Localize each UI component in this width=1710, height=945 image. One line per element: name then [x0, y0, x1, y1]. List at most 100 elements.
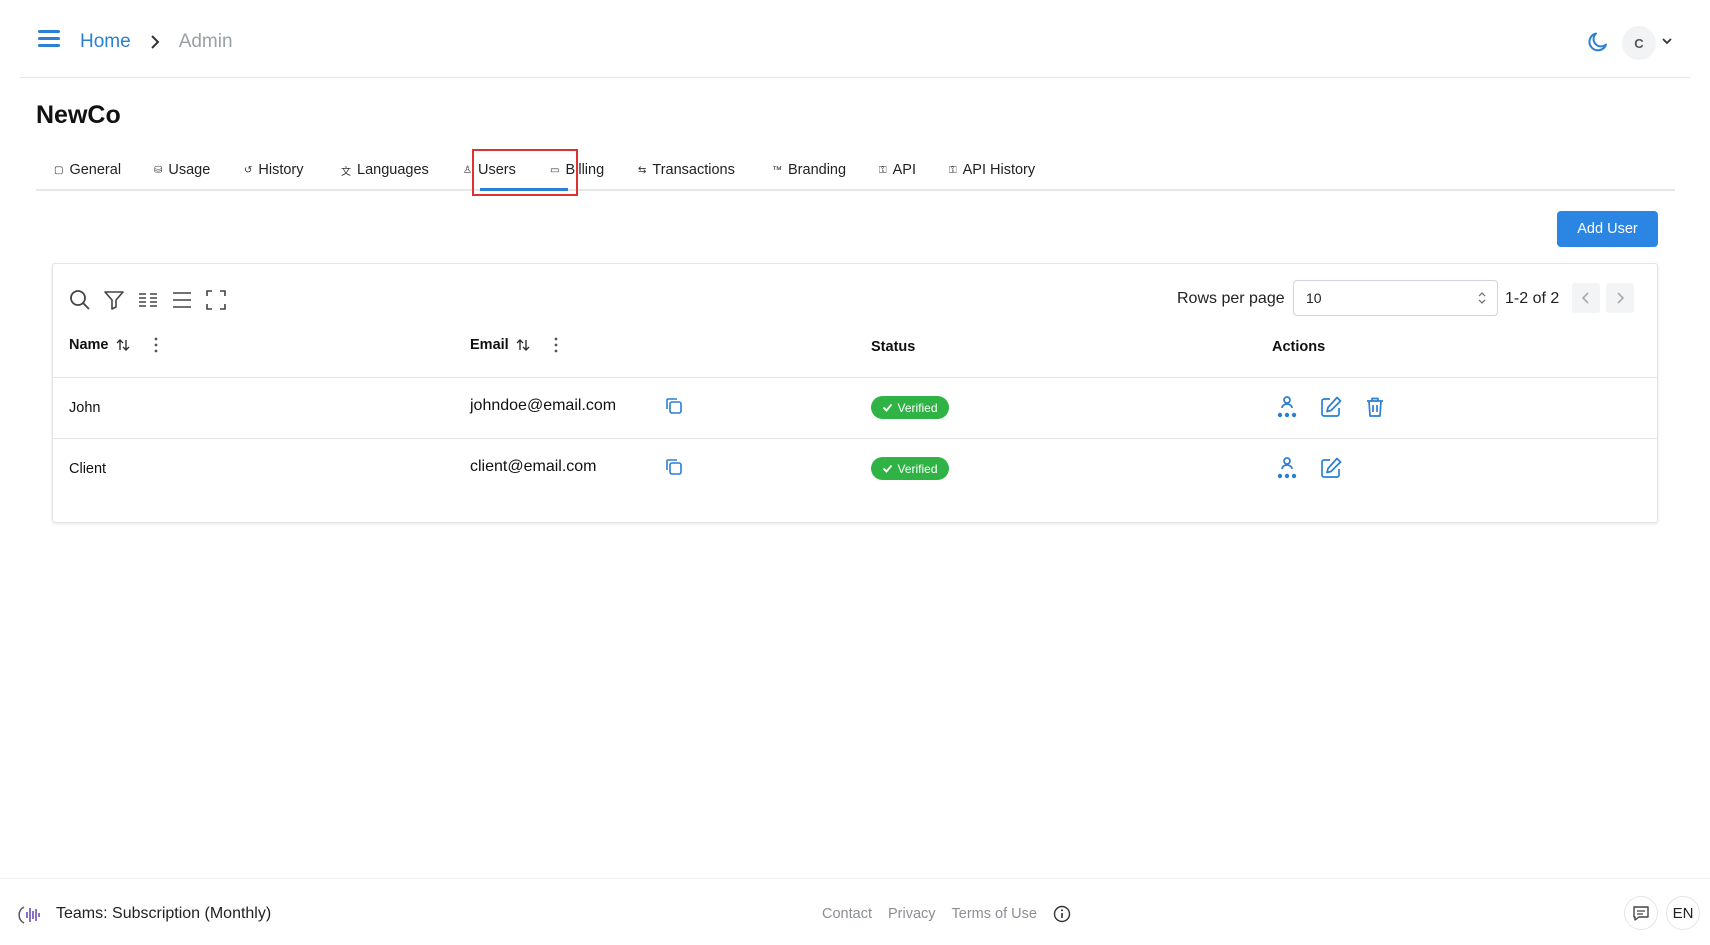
translate-icon: 文: [341, 166, 351, 178]
tab-label: Transactions: [652, 162, 735, 178]
column-label: Name: [69, 337, 109, 353]
tab-history[interactable]: ↺ History: [244, 162, 304, 178]
api-icon: ⚿: [949, 164, 957, 176]
chevron-right-icon: [1617, 292, 1625, 304]
subscription-plan: Teams: Subscription (Monthly): [56, 905, 272, 922]
hamburger-menu-icon[interactable]: [38, 30, 60, 48]
divider: [53, 377, 1657, 378]
user-email: client@email.com: [470, 458, 597, 475]
user-name: John: [69, 400, 101, 416]
trash-icon[interactable]: [1363, 395, 1387, 419]
tab-label: General: [69, 162, 122, 178]
chat-icon: [1633, 906, 1649, 921]
page-title: NewCo: [36, 101, 121, 129]
user-name: Client: [69, 461, 107, 477]
column-header-actions: Actions: [1272, 339, 1325, 355]
edit-icon[interactable]: [1319, 456, 1343, 480]
sort-icon[interactable]: [515, 337, 531, 353]
filter-icon[interactable]: [102, 288, 126, 312]
search-icon[interactable]: [68, 288, 92, 312]
user-hierarchy-icon[interactable]: [1275, 395, 1299, 419]
history-icon: ↺: [244, 164, 253, 176]
tab-branding[interactable]: ™ Branding: [772, 162, 846, 178]
rows-per-page-value: 10: [1306, 290, 1322, 306]
active-tab-indicator: [480, 188, 568, 191]
user-icon: ♙: [463, 164, 472, 176]
breadcrumb-home-link[interactable]: Home: [80, 31, 131, 53]
columns-icon[interactable]: [136, 288, 160, 312]
tab-transactions[interactable]: ⇆ Transactions: [638, 162, 735, 178]
terms-link[interactable]: Terms of Use: [952, 906, 1037, 922]
column-label: Actions: [1272, 339, 1326, 355]
column-header-name[interactable]: Name: [69, 336, 163, 354]
edit-icon[interactable]: [1319, 395, 1343, 419]
tab-users[interactable]: ♙ Users: [463, 162, 516, 178]
prev-page-button[interactable]: [1572, 283, 1600, 313]
tab-label: History: [258, 162, 304, 178]
tab-label: Languages: [357, 162, 429, 178]
arrows-icon: ⇆: [638, 164, 647, 176]
add-user-button[interactable]: Add User: [1557, 211, 1658, 247]
tab-label: Branding: [788, 162, 847, 178]
pagination-range: 1-2 of 2: [1505, 290, 1560, 307]
next-page-button[interactable]: [1606, 283, 1634, 313]
contact-link[interactable]: Contact: [822, 906, 872, 922]
breadcrumb: Home Admin: [80, 31, 233, 53]
status-badge: Verified: [871, 457, 949, 480]
select-arrows-icon: [1478, 292, 1486, 304]
tab-bar: ▢ General ⛁ Usage ↺ History 文 Languages ♙ Use…: [36, 149, 1675, 196]
chevron-down-icon[interactable]: [1660, 34, 1674, 48]
chevron-left-icon: [1581, 292, 1589, 304]
sort-icon[interactable]: [115, 337, 131, 353]
column-label: Status: [871, 339, 916, 355]
status-label: Verified: [897, 400, 938, 415]
language-button[interactable]: EN: [1666, 896, 1700, 930]
brand-logo-icon: [18, 906, 40, 924]
status-badge: Verified: [871, 396, 949, 419]
tab-label: API History: [962, 162, 1036, 178]
users-table-card: Rows per page 10 1-2 of 2 Name Email Sta…: [52, 263, 1658, 523]
bucket-icon: ⛁: [154, 164, 163, 176]
user-email: johndoe@email.com: [470, 397, 617, 414]
dark-mode-moon-icon[interactable]: [1586, 30, 1610, 54]
column-label: Email: [470, 337, 509, 353]
chevron-right-icon: [150, 35, 160, 49]
tab-general[interactable]: ▢ General: [54, 162, 121, 178]
column-header-email[interactable]: Email: [470, 336, 563, 354]
tab-label: Users: [477, 162, 516, 178]
check-icon: [883, 464, 893, 473]
rows-per-page-label: Rows per page: [1177, 290, 1285, 307]
privacy-link[interactable]: Privacy: [888, 906, 936, 922]
tab-languages[interactable]: 文 Languages: [341, 162, 429, 178]
copy-icon[interactable]: [664, 396, 684, 416]
tab-label: Usage: [168, 162, 211, 178]
credit-card-icon: ▭: [550, 164, 560, 176]
trademark-icon: ™: [772, 164, 782, 176]
top-header: Home Admin C: [20, 0, 1690, 78]
api-icon: ⚿: [879, 164, 887, 176]
column-menu-kebab-icon[interactable]: [549, 336, 563, 354]
copy-icon[interactable]: [664, 457, 684, 477]
tab-billing[interactable]: ▭ Billing: [550, 162, 604, 178]
square-info-icon: ▢: [54, 164, 64, 176]
footer: Teams: Subscription (Monthly) Contact Pr…: [0, 878, 1710, 945]
info-icon[interactable]: [1053, 905, 1071, 923]
chat-button[interactable]: [1624, 896, 1658, 930]
density-icon[interactable]: [170, 288, 194, 312]
tab-label: Billing: [565, 162, 605, 178]
column-menu-kebab-icon[interactable]: [149, 336, 163, 354]
status-label: Verified: [897, 461, 938, 476]
fullscreen-icon[interactable]: [204, 288, 228, 312]
footer-links: Contact Privacy Terms of Use: [822, 906, 1037, 922]
divider: [53, 438, 1657, 439]
avatar[interactable]: C: [1622, 26, 1656, 60]
tab-usage[interactable]: ⛁ Usage: [154, 162, 210, 178]
user-hierarchy-icon[interactable]: [1275, 456, 1299, 480]
breadcrumb-current: Admin: [178, 31, 233, 52]
tab-label: API: [892, 162, 916, 178]
check-icon: [883, 403, 893, 412]
tab-api-history[interactable]: ⚿ API History: [949, 162, 1035, 178]
column-header-status: Status: [871, 339, 915, 355]
tab-api[interactable]: ⚿ API: [879, 162, 916, 178]
rows-per-page-select[interactable]: 10: [1293, 280, 1498, 316]
